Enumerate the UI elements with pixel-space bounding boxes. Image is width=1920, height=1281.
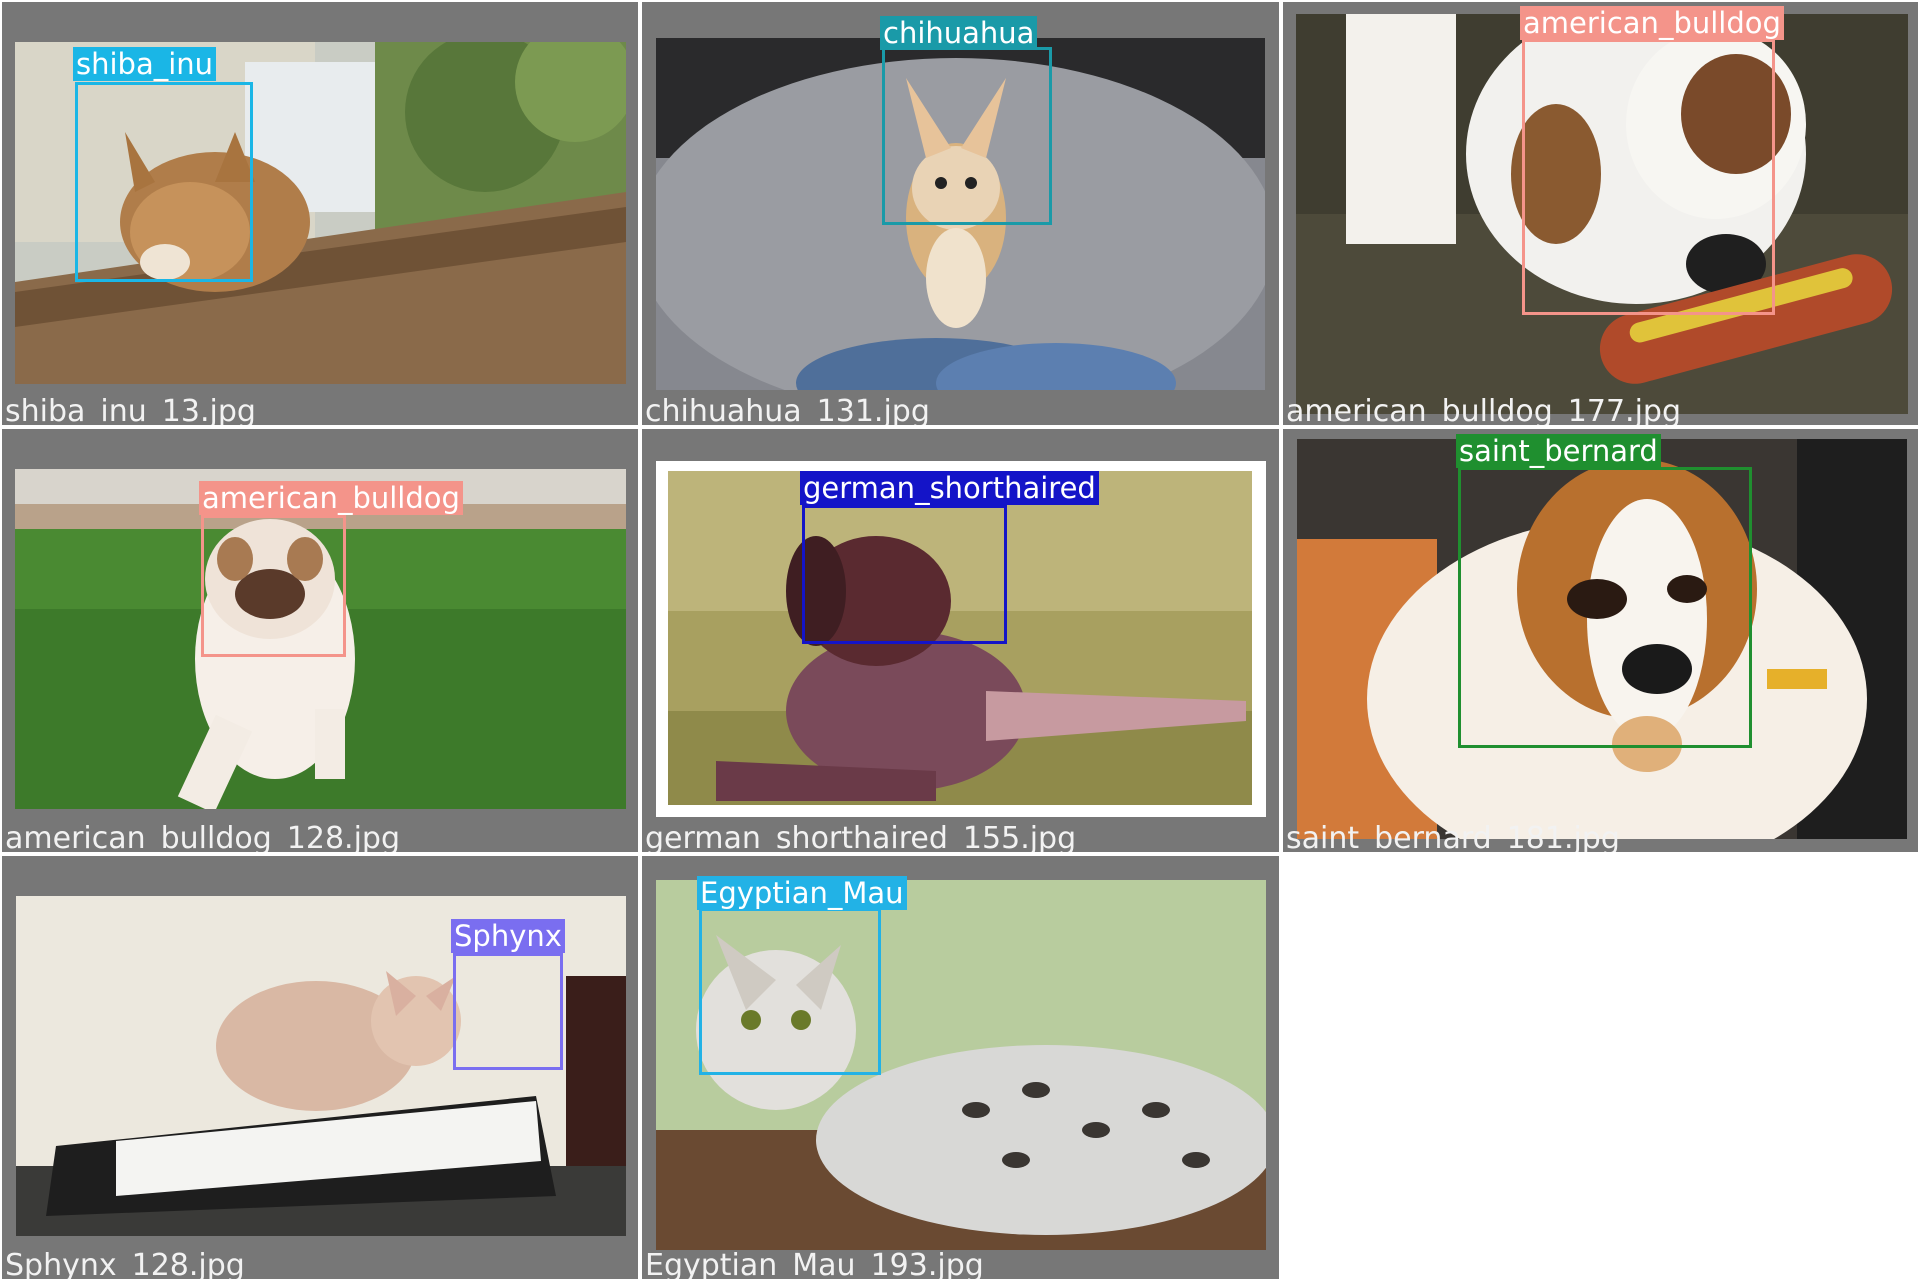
filename-caption: german_shorthaired_155.jpg xyxy=(645,821,1077,853)
bounding-box-german-shorthaired xyxy=(802,505,1007,644)
bounding-box-label-saint-bernard: saint_bernard xyxy=(1456,434,1661,468)
bounding-box-american-bulldog xyxy=(201,515,346,657)
filename-caption: saint_bernard_181.jpg xyxy=(1286,821,1620,853)
grid-cell-sphynx[interactable]: Sphynx Sphynx_128.jpg xyxy=(2,856,638,1279)
bounding-box-sphynx xyxy=(453,953,563,1070)
image-grid: shiba_inu shiba_inu_13.jpg chihuahua chi… xyxy=(0,0,1920,1281)
bounding-box-american-bulldog xyxy=(1522,39,1775,315)
grid-cell-chihuahua[interactable]: chihuahua chihuahua_131.jpg xyxy=(642,2,1279,425)
bounding-box-shiba-inu xyxy=(75,82,253,282)
bounding-box-label-egyptian-mau: Egyptian_Mau xyxy=(697,876,907,910)
filename-caption: american_bulldog_177.jpg xyxy=(1286,394,1682,426)
bounding-box-label-shiba-inu: shiba_inu xyxy=(73,47,217,81)
filename-caption: Egyptian_Mau_193.jpg xyxy=(645,1248,984,1280)
bounding-box-label-american-bulldog: american_bulldog xyxy=(199,481,463,515)
bounding-box-chihuahua xyxy=(882,47,1052,225)
filename-caption: shiba_inu_13.jpg xyxy=(5,394,256,426)
bounding-box-label-sphynx: Sphynx xyxy=(451,919,565,953)
bounding-box-label-chihuahua: chihuahua xyxy=(880,16,1038,50)
grid-cell-egyptian-mau[interactable]: Egyptian_Mau Egyptian_Mau_193.jpg xyxy=(642,856,1279,1279)
filename-caption: american_bulldog_128.jpg xyxy=(5,821,401,853)
bounding-box-label-german-shorthaired: german_shorthaired xyxy=(800,471,1099,505)
bounding-box-label-american-bulldog: american_bulldog xyxy=(1520,6,1784,40)
grid-cell-saint-bernard[interactable]: saint_bernard saint_bernard_181.jpg xyxy=(1283,429,1918,852)
filename-caption: chihuahua_131.jpg xyxy=(645,394,930,426)
grid-cell-american-bulldog-177[interactable]: american_bulldog american_bulldog_177.jp… xyxy=(1283,2,1918,425)
grid-cell-american-bulldog-128[interactable]: american_bulldog american_bulldog_128.jp… xyxy=(2,429,638,852)
bounding-box-egyptian-mau xyxy=(699,908,881,1075)
bounding-box-saint-bernard xyxy=(1458,467,1752,748)
filename-caption: Sphynx_128.jpg xyxy=(5,1248,245,1280)
grid-cell-german-shorthaired[interactable]: german_shorthaired german_shorthaired_15… xyxy=(642,429,1279,852)
grid-cell-shiba-inu[interactable]: shiba_inu shiba_inu_13.jpg xyxy=(2,2,638,425)
